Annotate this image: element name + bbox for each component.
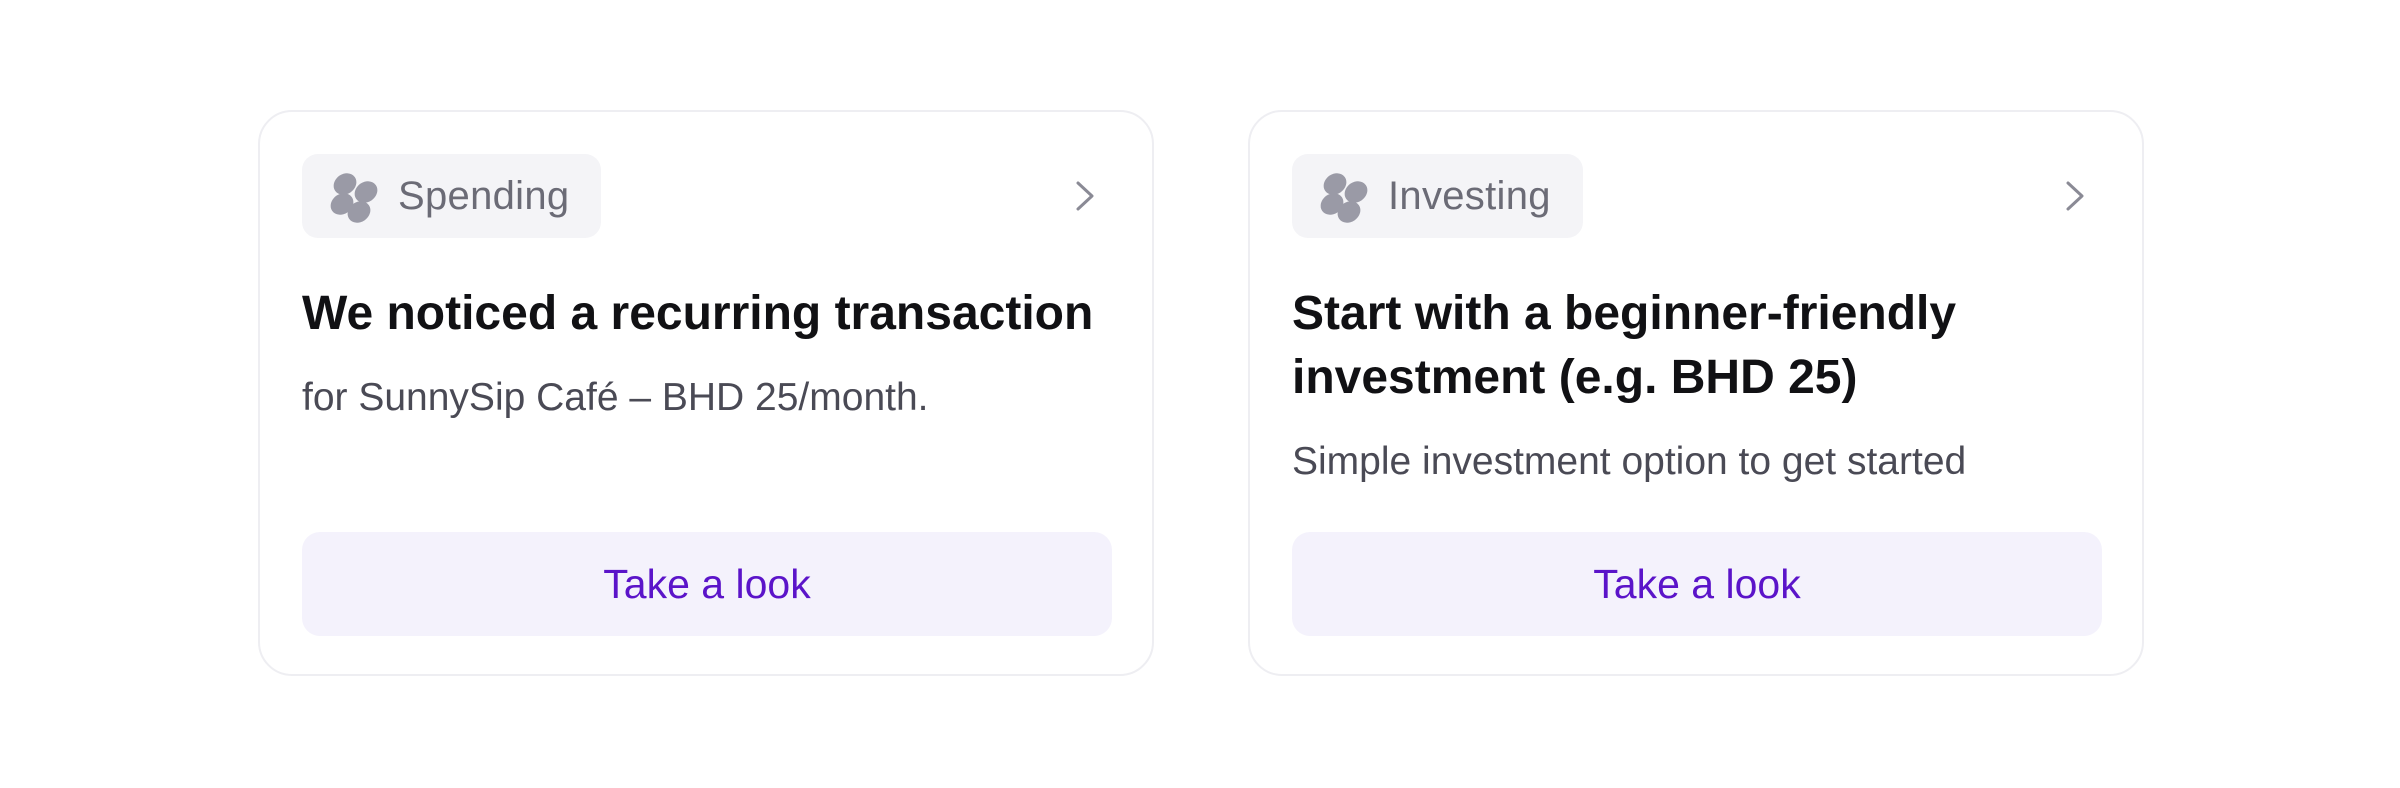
category-label: Investing [1388, 173, 1551, 218]
category-chip: Spending [302, 154, 602, 238]
card-subtitle: Simple investment option to get started [1292, 440, 1967, 483]
chevron-right-icon[interactable] [1066, 178, 1102, 214]
take-a-look-button[interactable]: Take a look [302, 532, 1112, 636]
cluster-dots-icon [1320, 173, 1368, 223]
card-title: Start with a beginner-friendly investmen… [1292, 287, 1957, 404]
take-a-look-button[interactable]: Take a look [1292, 532, 2102, 636]
card-title: We noticed a recurring transaction [302, 287, 1094, 340]
category-chip: Investing [1292, 154, 1583, 238]
category-label: Spending [398, 173, 570, 218]
chevron-right-icon[interactable] [2056, 178, 2092, 214]
card-subtitle: for SunnySip Café – BHD 25/month. [302, 376, 929, 419]
insight-card-spending[interactable]: Spending We noticed a recurring transact… [258, 110, 1154, 676]
cluster-dots-icon [330, 173, 378, 223]
insight-card-investing[interactable]: Investing Start with a beginner-friendly… [1248, 110, 2144, 676]
